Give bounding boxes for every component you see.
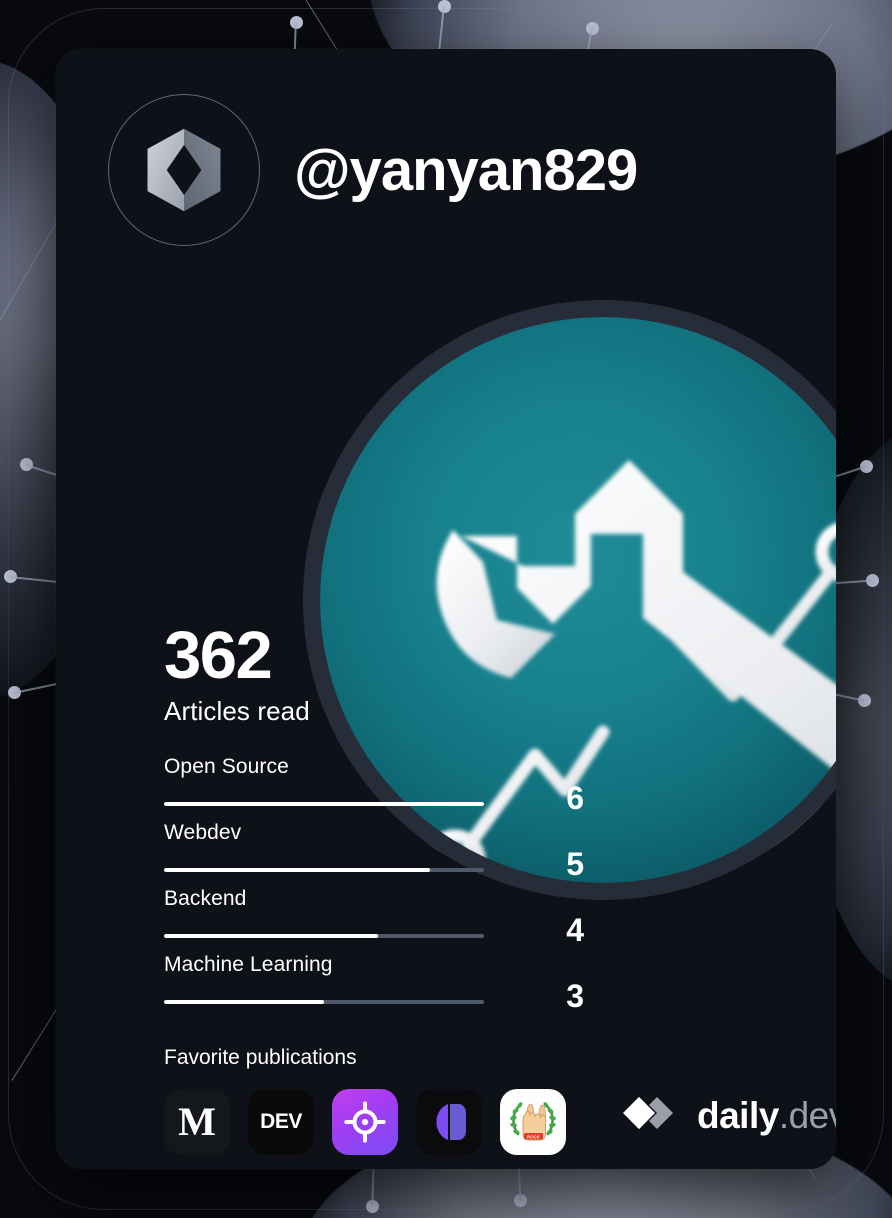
brand-wordmark: daily.dev [697,1097,836,1134]
daily-dev-brand: daily.dev [621,1095,836,1135]
tag-progress-fill [164,999,324,1004]
favorite-publications-title: Favorite publications [164,1046,357,1069]
username: @yanyan829 [294,137,638,203]
tag-value: 6 [566,779,584,816]
medium-glyph: M [178,1099,216,1144]
favorite-publications: Favorite publications M DEV ROCK [164,1046,566,1155]
tag-label: Machine Learning [164,952,333,976]
tag-progress-fill [164,933,379,938]
articles-read-count: 362 [164,618,273,693]
tag-label: Open Source [164,754,289,778]
tag-progress-bar [164,801,484,806]
svg-text:ROCK: ROCK [527,1134,541,1139]
tag-progress-bar [164,999,484,1004]
publication-split-circle-icon[interactable] [416,1089,482,1155]
top-tags-list: Open Source 6 Webdev 5 Backend 4 Machine Learn… [164,754,584,1019]
tag-progress-bar [164,867,484,872]
avatar[interactable] [108,94,260,246]
publication-rock-laurel-icon[interactable]: ROCK [500,1089,566,1155]
split-circle-icon [436,1104,467,1140]
publication-icon-list: M DEV ROCK [164,1089,566,1155]
tag-row: Machine Learning 3 [164,952,584,1019]
rock-on-laurel-icon: ROCK [510,1102,556,1141]
publication-target-icon[interactable] [332,1089,398,1155]
tag-value: 3 [566,977,584,1014]
articles-read-label: Articles read [164,695,310,726]
reading-stats: 362 Articles read Open Source 6 Webdev 5 Bac… [164,618,584,1019]
daily-dev-chevron-icon [623,1097,673,1129]
profile-card: @yanyan829 362 Articles read Open Source… [56,49,836,1169]
tag-progress-fill [164,801,484,806]
tag-row: Webdev 5 [164,820,584,887]
tag-row: Backend 4 [164,886,584,953]
publication-medium-icon[interactable]: M [164,1089,230,1155]
publication-devto-icon[interactable]: DEV [248,1089,314,1155]
tag-progress-fill [164,867,430,872]
tag-row: Open Source 6 [164,754,584,821]
crosshair-icon [344,1101,386,1143]
daily-dev-hexagon-icon [147,128,221,212]
tag-label: Webdev [164,820,242,844]
brand-name: daily [697,1094,779,1136]
tag-value: 5 [566,845,584,882]
tag-value: 4 [566,911,584,948]
devto-glyph: DEV [260,1110,302,1133]
tag-label: Backend [164,886,247,910]
profile-header: @yanyan829 [108,94,638,246]
tag-progress-bar [164,933,484,938]
brand-tld: .dev [778,1094,836,1136]
